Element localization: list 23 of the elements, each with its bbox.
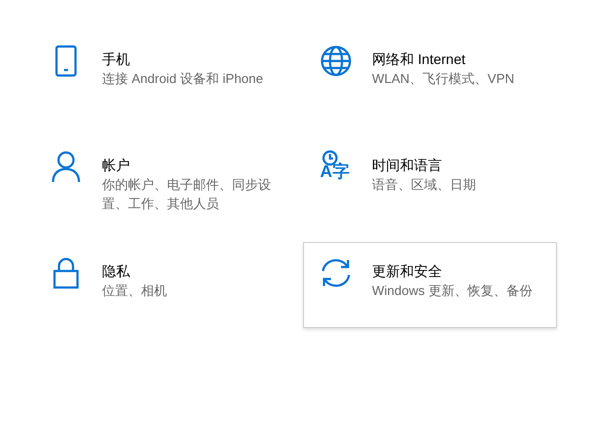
tile-description: Windows 更新、恢复、备份: [372, 282, 534, 300]
settings-tile[interactable]: 帐户 你的帐户、电子邮件、同步设置、工作、其他人员: [33, 136, 287, 222]
tile-title: 更新和安全: [372, 262, 443, 281]
tile-description: 位置、相机: [102, 282, 168, 300]
sync-icon: [319, 258, 353, 288]
settings-tile[interactable]: 手机 连接 Android 设备和 iPhone: [33, 30, 287, 116]
tile-title: 网络和 Internet: [372, 50, 466, 69]
tile-description: 连接 Android 设备和 iPhone: [102, 70, 264, 88]
tile-title: 帐户: [102, 156, 131, 175]
settings-tile[interactable]: 更新和安全 Windows 更新、恢复、备份: [303, 242, 557, 328]
tile-title: 时间和语言: [372, 156, 443, 175]
lock-icon: [53, 257, 79, 289]
person-icon: [51, 151, 81, 183]
tile-title: 隐私: [102, 262, 131, 281]
tile-description: 你的帐户、电子邮件、同步设置、工作、其他人员: [102, 176, 272, 213]
settings-tile[interactable]: 网络和 Internet WLAN、飞行模式、VPN: [303, 30, 557, 116]
settings-tile[interactable]: A字 时间和语言 语音、区域、日期: [303, 136, 557, 222]
globe-icon: [320, 45, 352, 77]
tile-description: 语音、区域、日期: [372, 176, 477, 194]
settings-tile[interactable]: 隐私 位置、相机: [33, 242, 287, 328]
tile-title: 手机: [102, 50, 131, 69]
phone-icon: [55, 45, 77, 77]
tile-description: WLAN、飞行模式、VPN: [372, 70, 516, 88]
